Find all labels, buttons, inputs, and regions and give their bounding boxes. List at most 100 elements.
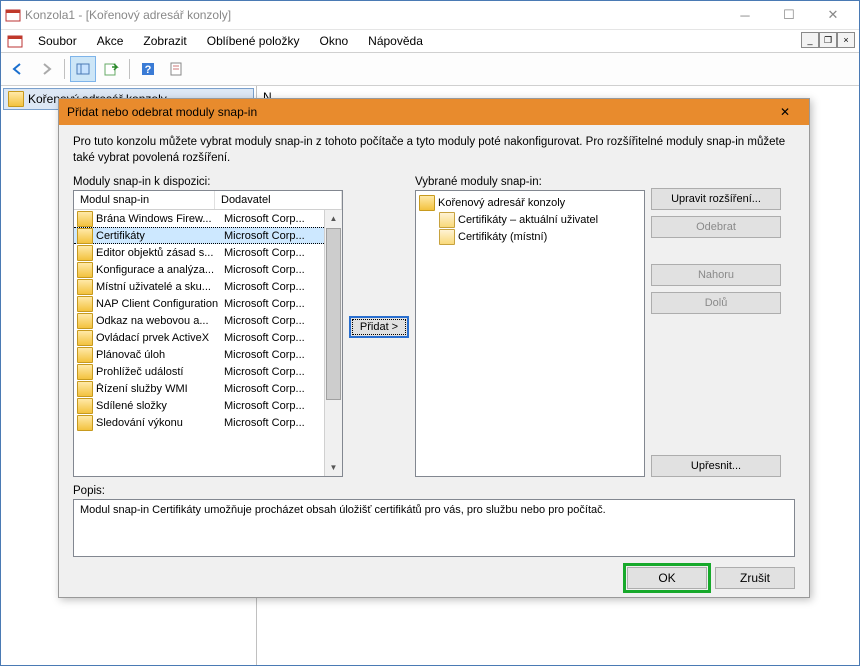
snapin-icon bbox=[77, 381, 93, 397]
column-header-vendor[interactable]: Dodavatel bbox=[215, 191, 342, 209]
advanced-button[interactable]: Upřesnit... bbox=[651, 455, 781, 477]
snapin-vendor: Microsoft Corp... bbox=[224, 417, 321, 429]
minimize-button[interactable]: ─ bbox=[723, 3, 767, 27]
remove-button: Odebrat bbox=[651, 216, 781, 238]
menu-window[interactable]: Okno bbox=[310, 31, 357, 51]
selected-label: Vybrané moduly snap-in: bbox=[415, 176, 645, 188]
snapin-name: Sdílené složky bbox=[96, 400, 221, 412]
mdi-buttons: _ ❐ × bbox=[801, 32, 855, 48]
cancel-button[interactable]: Zrušit bbox=[715, 567, 795, 589]
ok-button[interactable]: OK bbox=[627, 567, 707, 589]
certificate-icon bbox=[439, 229, 455, 245]
description-label: Popis: bbox=[73, 485, 795, 497]
snapin-vendor: Microsoft Corp... bbox=[224, 400, 321, 412]
selected-tree[interactable]: Kořenový adresář konzoly Certifikáty – a… bbox=[415, 190, 645, 477]
menu-action[interactable]: Akce bbox=[88, 31, 133, 51]
snapin-name: Konfigurace a analýza... bbox=[96, 264, 221, 276]
edit-extensions-button[interactable]: Upravit rozšíření... bbox=[651, 188, 781, 210]
menu-file[interactable]: Soubor bbox=[29, 31, 86, 51]
available-list-rows: Brána Windows Firew...Microsoft Corp...C… bbox=[74, 210, 324, 476]
menu-favorites[interactable]: Oblíbené položky bbox=[198, 31, 309, 51]
available-list-row[interactable]: Plánovač úlohMicrosoft Corp... bbox=[74, 346, 324, 363]
main-window: Konzola1 - [Kořenový adresář konzoly] ─ … bbox=[0, 0, 860, 666]
side-buttons-column: Upravit rozšíření... Odebrat Nahoru Dolů… bbox=[651, 176, 781, 477]
available-list-row[interactable]: Ovládací prvek ActiveXMicrosoft Corp... bbox=[74, 329, 324, 346]
dialog-middle: Moduly snap-in k dispozici: Modul snap-i… bbox=[73, 176, 795, 477]
snapin-icon bbox=[77, 245, 93, 261]
app-icon bbox=[5, 7, 21, 23]
svg-text:?: ? bbox=[145, 64, 152, 76]
help-button[interactable]: ? bbox=[135, 56, 161, 82]
snapin-name: Brána Windows Firew... bbox=[96, 213, 221, 225]
snapin-vendor: Microsoft Corp... bbox=[224, 332, 321, 344]
snapin-name: Editor objektů zásad s... bbox=[96, 247, 221, 259]
snapin-vendor: Microsoft Corp... bbox=[224, 281, 321, 293]
available-list-row[interactable]: Sdílené složkyMicrosoft Corp... bbox=[74, 397, 324, 414]
folder-icon bbox=[8, 91, 24, 107]
snapin-name: Prohlížeč událostí bbox=[96, 366, 221, 378]
selected-tree-item[interactable]: Certifikáty (místní) bbox=[419, 228, 641, 245]
snapin-icon bbox=[77, 313, 93, 329]
back-button[interactable] bbox=[5, 56, 31, 82]
available-list-row[interactable]: Konfigurace a analýza...Microsoft Corp..… bbox=[74, 261, 324, 278]
snapin-vendor: Microsoft Corp... bbox=[224, 383, 321, 395]
available-list-row[interactable]: Odkaz na webovou a...Microsoft Corp... bbox=[74, 312, 324, 329]
mdi-close[interactable]: × bbox=[837, 32, 855, 48]
maximize-button[interactable]: ☐ bbox=[767, 3, 811, 27]
doc-icon bbox=[7, 33, 23, 49]
snapin-icon bbox=[77, 279, 93, 295]
mdi-restore[interactable]: ❐ bbox=[819, 32, 837, 48]
dialog-title: Přidat nebo odebrat moduly snap-in bbox=[67, 105, 257, 119]
snapin-icon bbox=[77, 296, 93, 312]
snapin-vendor: Microsoft Corp... bbox=[224, 298, 321, 310]
add-column: Přidat > bbox=[349, 176, 409, 477]
snapin-name: Ovládací prvek ActiveX bbox=[96, 332, 221, 344]
available-list-row[interactable]: Editor objektů zásad s...Microsoft Corp.… bbox=[74, 244, 324, 261]
snapin-vendor: Microsoft Corp... bbox=[224, 366, 321, 378]
scroll-thumb[interactable] bbox=[326, 228, 341, 400]
available-list[interactable]: Modul snap-in Dodavatel Brána Windows Fi… bbox=[73, 190, 343, 477]
move-up-button: Nahoru bbox=[651, 264, 781, 286]
mdi-minimize[interactable]: _ bbox=[801, 32, 819, 48]
selected-tree-item[interactable]: Certifikáty – aktuální uživatel bbox=[419, 211, 641, 228]
properties-button[interactable] bbox=[163, 56, 189, 82]
snapin-icon bbox=[77, 211, 93, 227]
snapin-name: Místní uživatelé a sku... bbox=[96, 281, 221, 293]
selected-tree-root[interactable]: Kořenový adresář konzoly bbox=[419, 194, 641, 211]
add-remove-snapin-dialog: Přidat nebo odebrat moduly snap-in ✕ Pro… bbox=[58, 98, 810, 598]
scroll-down-button[interactable]: ▼ bbox=[325, 459, 342, 476]
close-button[interactable]: ✕ bbox=[811, 3, 855, 27]
dialog-titlebar: Přidat nebo odebrat moduly snap-in ✕ bbox=[59, 99, 809, 125]
export-button[interactable] bbox=[98, 56, 124, 82]
scrollbar[interactable]: ▲ ▼ bbox=[324, 210, 342, 476]
snapin-vendor: Microsoft Corp... bbox=[224, 247, 321, 259]
available-list-row[interactable]: Místní uživatelé a sku...Microsoft Corp.… bbox=[74, 278, 324, 295]
snapin-vendor: Microsoft Corp... bbox=[224, 264, 321, 276]
dialog-close-button[interactable]: ✕ bbox=[769, 101, 801, 123]
scroll-up-button[interactable]: ▲ bbox=[325, 210, 342, 227]
available-list-row[interactable]: Brána Windows Firew...Microsoft Corp... bbox=[74, 210, 324, 227]
snapin-icon bbox=[77, 415, 93, 431]
snapin-icon bbox=[77, 364, 93, 380]
available-list-row[interactable]: NAP Client ConfigurationMicrosoft Corp..… bbox=[74, 295, 324, 312]
description-section: Popis: Modul snap-in Certifikáty umožňuj… bbox=[73, 485, 795, 557]
snapin-icon bbox=[77, 228, 93, 244]
show-tree-button[interactable] bbox=[70, 56, 96, 82]
available-list-row[interactable]: Prohlížeč událostíMicrosoft Corp... bbox=[74, 363, 324, 380]
forward-button[interactable] bbox=[33, 56, 59, 82]
available-list-row[interactable]: CertifikátyMicrosoft Corp... bbox=[74, 227, 324, 244]
available-list-row[interactable]: Sledování výkonuMicrosoft Corp... bbox=[74, 414, 324, 431]
available-list-header: Modul snap-in Dodavatel bbox=[74, 191, 342, 210]
menu-help[interactable]: Nápověda bbox=[359, 31, 432, 51]
selected-root-label: Kořenový adresář konzoly bbox=[438, 197, 565, 209]
dialog-intro-text: Pro tuto konzolu můžete vybrat moduly sn… bbox=[73, 135, 795, 166]
description-text: Modul snap-in Certifikáty umožňuje proch… bbox=[73, 499, 795, 557]
dialog-button-row: OK Zrušit bbox=[73, 567, 795, 589]
column-header-name[interactable]: Modul snap-in bbox=[74, 191, 215, 209]
add-button[interactable]: Přidat > bbox=[349, 316, 409, 338]
window-buttons: ─ ☐ ✕ bbox=[723, 3, 855, 27]
snapin-vendor: Microsoft Corp... bbox=[224, 230, 321, 242]
menu-view[interactable]: Zobrazit bbox=[134, 31, 195, 51]
available-list-row[interactable]: Řízení služby WMIMicrosoft Corp... bbox=[74, 380, 324, 397]
main-titlebar: Konzola1 - [Kořenový adresář konzoly] ─ … bbox=[1, 1, 859, 30]
